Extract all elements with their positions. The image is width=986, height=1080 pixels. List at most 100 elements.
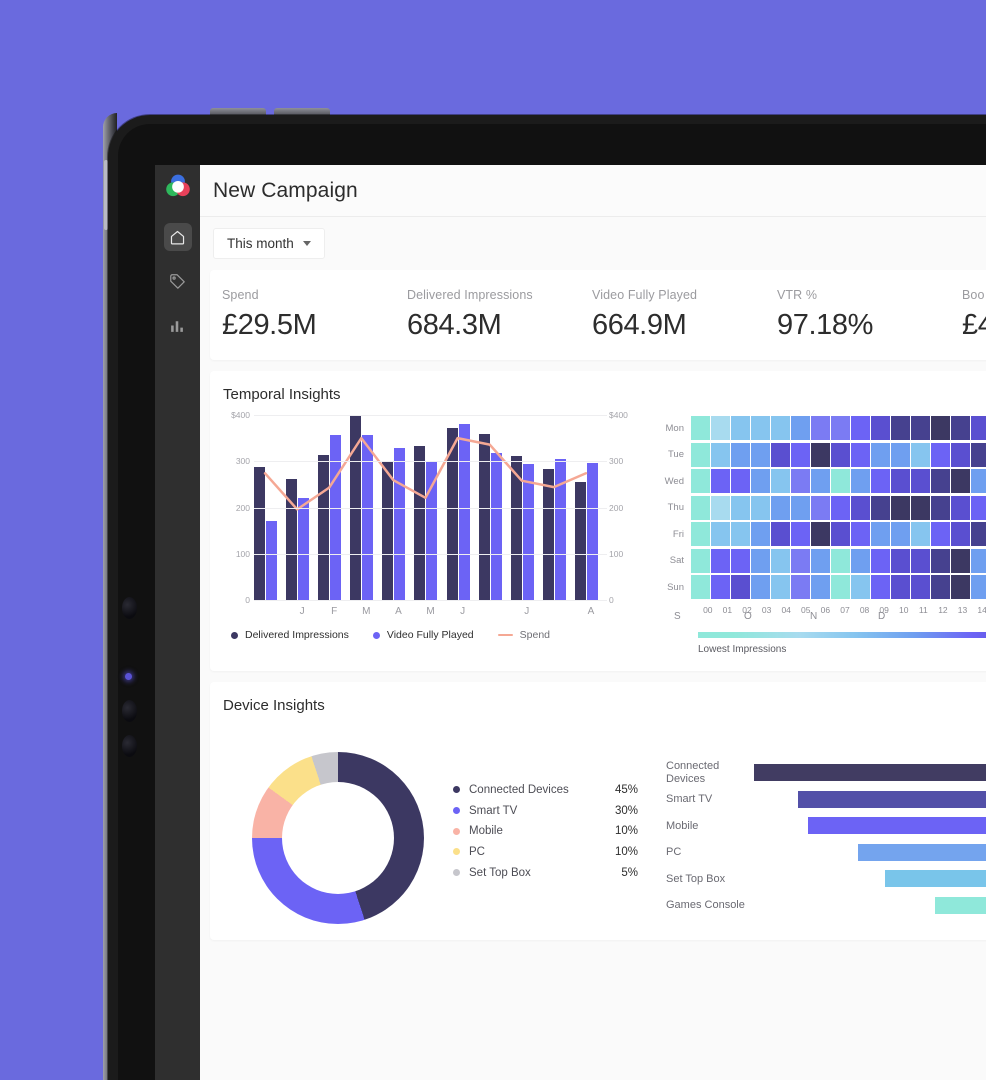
heatmap-cell[interactable] [731,469,750,494]
heatmap-cell[interactable] [891,548,910,573]
heatmap-cell[interactable] [911,575,930,600]
heatmap-cell[interactable] [731,575,750,600]
heatmap-cell[interactable] [791,495,810,520]
heatmap-cell[interactable] [851,548,870,573]
heatmap-cell[interactable] [931,575,950,600]
sidebar-item-home[interactable] [163,223,192,251]
heatmap-cell[interactable] [931,416,950,441]
sidebar-item-campaigns[interactable] [164,267,192,295]
donut-legend-row[interactable]: Mobile 10% [453,821,638,842]
heatmap-cell[interactable] [711,442,730,467]
heatmap-cell[interactable] [911,522,930,547]
heatmap-cell[interactable] [691,548,710,573]
heatmap-cell[interactable] [811,469,830,494]
heatmap-cell[interactable] [691,495,710,520]
heatmap-cell[interactable] [751,469,770,494]
heatmap-cell[interactable] [871,548,890,573]
heatmap-cell[interactable] [931,548,950,573]
donut-legend-row[interactable]: Connected Devices 45% [453,780,638,801]
heatmap-cell[interactable] [851,469,870,494]
heatmap-cell[interactable] [911,469,930,494]
range-bar[interactable] [807,817,986,835]
heatmap-cell[interactable] [731,522,750,547]
range-bar[interactable] [797,790,986,808]
donut-legend-row[interactable]: PC 10% [453,842,638,863]
heatmap-cell[interactable] [871,495,890,520]
heatmap-cell[interactable] [831,416,850,441]
heatmap-cell[interactable] [891,469,910,494]
heatmap-cell[interactable] [691,469,710,494]
heatmap-cell[interactable] [911,495,930,520]
volume-up-button[interactable] [210,108,266,115]
heatmap-cell[interactable] [731,495,750,520]
heatmap-cell[interactable] [711,469,730,494]
heatmap-cell[interactable] [751,495,770,520]
heatmap-cell[interactable] [751,548,770,573]
heatmap-cell[interactable] [831,495,850,520]
heatmap-cell[interactable] [811,416,830,441]
heatmap-cell[interactable] [831,442,850,467]
heatmap-cell[interactable] [751,522,770,547]
donut-legend-row[interactable]: Smart TV 30% [453,800,638,821]
heatmap-cell[interactable] [851,495,870,520]
heatmap-cell[interactable] [771,548,790,573]
heatmap-cell[interactable] [951,522,970,547]
heatmap-cell[interactable] [891,416,910,441]
heatmap-cell[interactable] [811,442,830,467]
app-logo[interactable] [165,173,191,199]
heatmap-cell[interactable] [971,442,986,467]
heatmap-cell[interactable] [951,495,970,520]
heatmap-cell[interactable] [951,416,970,441]
heatmap-cell[interactable] [831,469,850,494]
heatmap-cell[interactable] [871,575,890,600]
range-bar[interactable] [858,843,986,861]
sidebar-item-reports[interactable] [164,311,192,339]
heatmap-cell[interactable] [971,522,986,547]
donut-legend-row[interactable]: Set Top Box 5% [453,862,638,883]
heatmap-cell[interactable] [871,442,890,467]
heatmap-cell[interactable] [971,416,986,441]
heatmap-cell[interactable] [911,442,930,467]
range-bar[interactable] [935,896,986,914]
heatmap-cell[interactable] [971,548,986,573]
heatmap-cell[interactable] [851,575,870,600]
heatmap-cell[interactable] [811,548,830,573]
heatmap-cell[interactable] [951,442,970,467]
heatmap-cell[interactable] [891,442,910,467]
legend-item[interactable]: Spend [497,629,550,641]
heatmap-cell[interactable] [951,548,970,573]
heatmap-cell[interactable] [971,575,986,600]
heatmap-cell[interactable] [851,442,870,467]
heatmap-cell[interactable] [811,495,830,520]
heatmap-cell[interactable] [951,469,970,494]
heatmap-cell[interactable] [771,495,790,520]
heatmap-cell[interactable] [871,522,890,547]
heatmap-cell[interactable] [791,522,810,547]
heatmap-cell[interactable] [711,575,730,600]
heatmap-cell[interactable] [931,442,950,467]
heatmap-cell[interactable] [791,548,810,573]
heatmap-cell[interactable] [731,442,750,467]
heatmap-cell[interactable] [851,522,870,547]
heatmap-cell[interactable] [951,575,970,600]
heatmap-cell[interactable] [911,416,930,441]
heatmap-cell[interactable] [891,495,910,520]
heatmap-cell[interactable] [691,442,710,467]
heatmap-cell[interactable] [691,522,710,547]
heatmap-cell[interactable] [711,416,730,441]
date-range-select[interactable]: This month [213,228,325,259]
legend-item[interactable]: Delivered Impressions [231,629,349,641]
heatmap-cell[interactable] [771,416,790,441]
heatmap-cell[interactable] [751,575,770,600]
heatmap-cell[interactable] [971,469,986,494]
heatmap-cell[interactable] [831,575,850,600]
heatmap-cell[interactable] [711,522,730,547]
heatmap-cell[interactable] [691,416,710,441]
heatmap-cell[interactable] [751,416,770,441]
heatmap-cell[interactable] [931,495,950,520]
heatmap-cell[interactable] [831,522,850,547]
heatmap-cell[interactable] [731,548,750,573]
heatmap-cell[interactable] [791,416,810,441]
heatmap-cell[interactable] [771,522,790,547]
heatmap-cell[interactable] [871,469,890,494]
